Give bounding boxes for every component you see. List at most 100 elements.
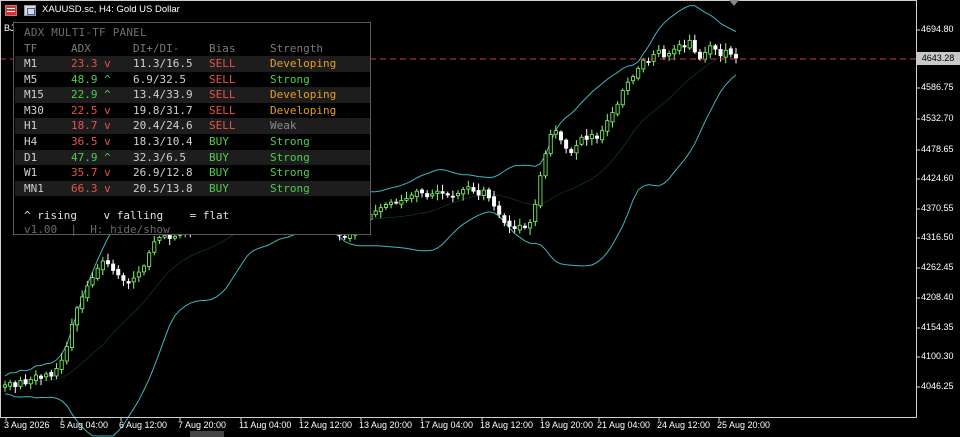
time-axis-label: 18 Aug 12:00 [480,420,534,430]
candle-bear [49,372,54,377]
candle-bull [389,201,394,205]
candle-bear [734,54,739,59]
candle-bull [152,241,157,253]
candle-bull [430,193,435,197]
candle-bull [538,175,543,207]
candle-bear [425,193,430,198]
candle-bear [476,190,481,196]
candle-bull [383,203,388,208]
chart-shift-marker-icon[interactable] [729,0,739,6]
time-axis-label: 7 Aug 20:00 [178,420,227,430]
candle-bear [512,226,517,230]
candle-bull [64,346,69,362]
panel-title: ADX MULTI-TF PANEL [24,26,147,39]
panel-cell-tf: M30 [24,103,44,117]
time-axis-label: 21 Aug 04:00 [597,420,651,430]
panel-row-d1: D1 47.9 ^ 32.3/6.5 BUY Strong [15,149,370,166]
panel-cell-di: 20.4/24.6 [133,119,193,133]
candle-bull [80,296,85,310]
time-axis-label: 25 Aug 20:00 [717,420,771,430]
panel-row-w1: W1 35.7 v 26.9/12.8 BUY Strong [15,165,370,181]
price-axis-label: 4370.55 [921,203,954,213]
candle-bull [435,190,440,194]
candle-bull [75,307,80,326]
candle-bull [667,53,672,57]
candle-bear [682,45,687,48]
panel-cell-bias: SELL [209,103,236,117]
panel-cell-adx: 36.5 v [71,135,111,148]
panel-cell-bias: BUY [209,166,229,180]
panel-cell-bias: SELL [209,119,236,133]
header-bias: Bias [209,42,236,55]
candle-bear [569,149,574,154]
candle-bull [466,186,471,190]
time-axis-label: 19 Aug 20:00 [540,420,594,430]
candle-bull [136,271,141,278]
panel-cell-adx: 35.7 v [71,166,111,180]
price-axis-label: 4208.40 [921,292,954,302]
candle-bull [605,120,610,132]
candle-bear [718,48,723,57]
panel-cell-strength: Strong [270,166,310,180]
candle-bull [100,260,105,271]
candle-bear [445,193,450,196]
panel-cell-strength: Strong [270,181,310,195]
chart-window-icon[interactable] [24,5,36,16]
candle-bull [656,49,661,54]
candle-bull [69,323,74,348]
candle-bear [486,189,491,199]
candle-bull [625,81,630,91]
symbol-list-icon[interactable] [5,5,17,16]
candle-bear [728,48,733,55]
candle-bull [636,68,641,79]
time-axis-label: 13 Aug 20:00 [359,420,413,430]
candle-bull [54,368,59,377]
candle-bull [456,192,461,197]
candle-bull [672,48,677,55]
candle-bull [172,235,177,239]
panel-row-m30: M30 22.5 v 19.8/31.7 SELL Developing [15,103,370,119]
panel-cell-strength: Developing [270,57,337,70]
candle-bear [471,187,476,192]
candle-bull [373,210,378,216]
panel-cell-adx: 47.9 ^ [71,150,111,164]
candle-bear [342,235,347,238]
candle-bear [692,40,697,53]
panel-cell-bias: BUY [209,135,229,148]
panel-cell-strength: Developing [270,88,337,102]
header-tf: TF [24,42,38,55]
panel-cell-strength: Strong [270,135,310,148]
chart-title-bar: XAUUSD.sc, H4: Gold US Dollar [0,0,960,22]
candle-bull [95,267,100,279]
panel-cell-bias: SELL [209,72,236,86]
candle-bear [558,131,563,141]
panel-cell-di: 11.3/16.5 [133,57,193,70]
panel-cell-strength: Developing [270,103,337,117]
price-axis-label: 4154.35 [921,322,954,332]
current-price-tag: 4643.28 [916,52,960,65]
candle-bear [116,268,121,276]
candle-bull [703,52,708,60]
horizontal-scroll-thumb[interactable] [190,431,224,437]
candle-bear [697,51,702,60]
candle-bull [378,207,383,212]
panel-cell-bias: BUY [209,181,229,195]
candle-bear [13,382,18,387]
panel-cell-di: 20.5/13.8 [133,181,193,195]
candle-bull [3,384,8,388]
panel-cell-tf: D1 [24,150,38,164]
panel-legend: ^ rising v falling = flat [24,209,230,222]
candle-bull [677,44,682,51]
time-axis-label: 24 Aug 12:00 [657,420,711,430]
panel-cell-adx: 48.9 ^ [71,72,111,86]
panel-cell-adx: 18.7 v [71,119,111,133]
panel-cell-tf: M1 [24,57,38,70]
price-axis-label: 4694.80 [921,24,954,34]
price-axis-label: 4478.65 [921,144,954,154]
candle-bull [651,54,656,62]
candle-bear [713,45,718,50]
panel-cell-tf: MN1 [24,181,44,195]
candle-bull [8,382,13,387]
candle-bull [533,203,538,222]
header-strength: Strength [270,42,323,55]
